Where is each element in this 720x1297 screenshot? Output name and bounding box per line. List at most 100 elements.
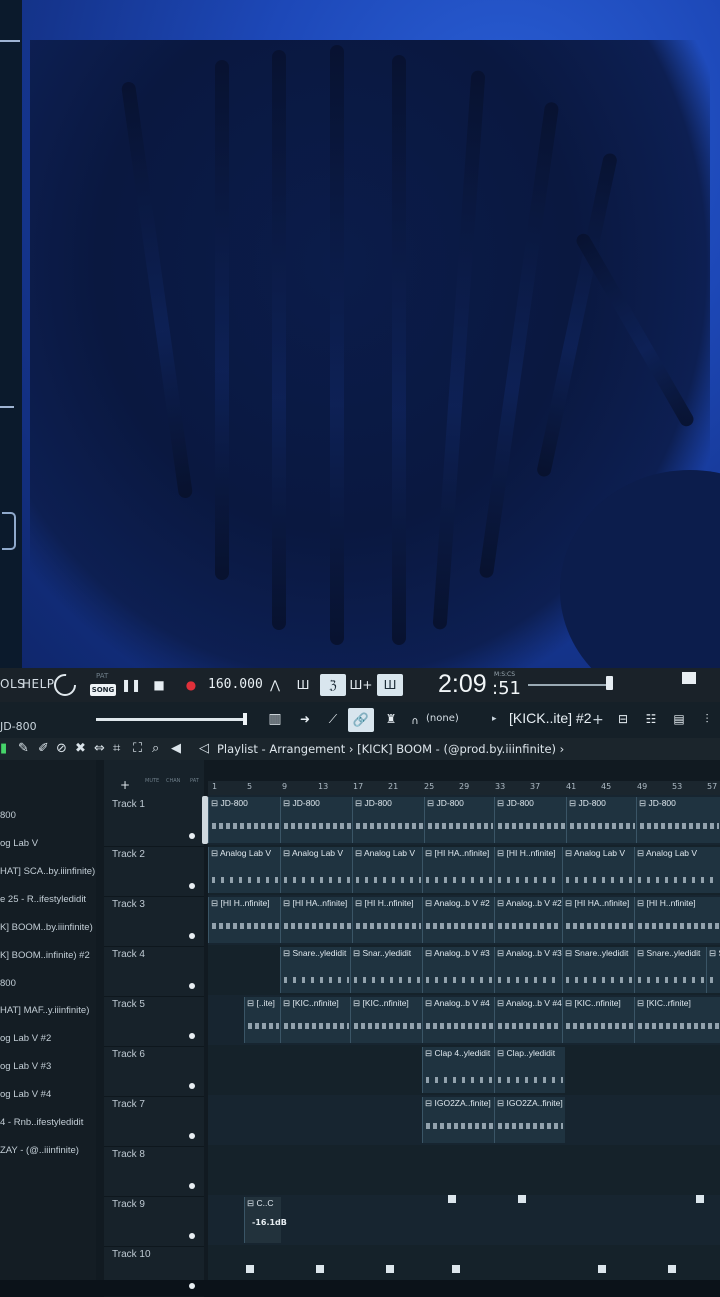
metronome-icon[interactable]: ⋀ [262,674,288,696]
pencil-icon[interactable]: ✎ [18,741,29,756]
pattern-clip[interactable]: ⊟ [KIC..rfinite] [634,997,720,1043]
wait-icon[interactable]: Ш [290,674,316,696]
song-mode-button[interactable]: SONG [90,684,116,696]
arrow-right-icon[interactable]: ➜ [292,708,318,730]
pattern-clip[interactable]: ⊟ JD-800 [494,797,567,843]
track-enable-led[interactable] [189,1133,195,1139]
automation-point[interactable] [518,1195,526,1203]
pattern-clip[interactable]: ⊟ Clap 4..yledidit [422,1047,495,1093]
delete-icon[interactable]: ⊘ [56,741,67,756]
countdown-icon[interactable]: ℨ [320,674,346,696]
stop-icon[interactable]: ■ [146,674,172,696]
channel-rack-icon[interactable]: ☷ [638,708,664,730]
track-label[interactable]: Track 9 [112,1199,145,1210]
pattern-clip[interactable]: ⊟ [..ite] [244,997,281,1043]
track-label[interactable]: Track 7 [112,1099,145,1110]
song-position-slider[interactable] [528,684,610,686]
pattern-selector[interactable]: [KICK..ite] #2 [509,710,591,726]
brush-icon[interactable]: ⟋ [320,708,346,730]
track-label[interactable]: Track 8 [112,1149,145,1160]
tempo-display[interactable]: 160.000 [208,677,263,692]
pattern-clip[interactable]: ⊟ S [706,947,720,993]
pattern-clip[interactable]: ⊟ Snare..yledidit [562,947,635,993]
pattern-clip[interactable]: ⊟ [HI H..nfinite] [494,847,563,893]
mute-tool-icon[interactable]: ✖ [75,741,86,756]
automation-point[interactable] [696,1195,704,1203]
track-enable-led[interactable] [189,983,195,989]
snap-selector[interactable]: (none) [426,713,459,724]
pattern-clip[interactable]: ⊟ Analog..b V #4 [422,997,495,1043]
track-label[interactable]: Track 2 [112,849,145,860]
browser-item[interactable]: og Lab V #4 [0,1089,51,1100]
track-enable-led[interactable] [189,1083,195,1089]
playlist-menu-icon[interactable]: ◁ [199,741,209,756]
automation-point[interactable] [386,1265,394,1273]
browser-item[interactable]: og Lab V #2 [0,1033,51,1044]
pattern-clip[interactable]: ⊟ JD-800 [566,797,637,843]
track-enable-led[interactable] [189,833,195,839]
browser-item[interactable]: ZAY - (@..iiinfinite) [0,1145,79,1156]
zoom-icon[interactable]: ⌕ [152,741,159,756]
pattern-clip[interactable]: ⊟ JD-800 [636,797,720,843]
pattern-clip[interactable]: ⊟ JD-800 [208,797,281,843]
browser-item[interactable]: K] BOOM..by.iiinfinite) [0,922,93,933]
pattern-clip[interactable]: ⊟ JD-800 [280,797,353,843]
pattern-clip[interactable]: ⊟ Analog Lab V [280,847,353,893]
slip-icon[interactable]: ⇔ [94,741,105,756]
automation-point[interactable] [452,1265,460,1273]
triangle-icon[interactable]: ▸ [492,714,497,724]
pattern-clip[interactable]: ⊟ [KIC..nfinite] [562,997,635,1043]
pattern-clip[interactable]: ⊟ Snar..yledidit [350,947,423,993]
master-volume-slider[interactable] [96,718,244,721]
paint-icon[interactable]: ✐ [38,741,49,756]
pattern-clip[interactable]: ⊟ IGO2ZA..finite] [494,1097,565,1143]
spinner-icon[interactable] [52,672,78,698]
automation-point[interactable] [316,1265,324,1273]
pattern-clip[interactable]: ⊟ JD-800 [352,797,425,843]
track-label[interactable]: Track 10 [112,1249,151,1260]
blend-icon[interactable]: Ш [377,674,403,696]
pattern-clip[interactable]: ⊟ [HI HA..nfinite] [562,897,635,943]
pattern-clip[interactable]: ⊟ [HI H..nfinite] [352,897,423,943]
pattern-clip[interactable]: ⊟ Analog Lab V [352,847,423,893]
pattern-clip[interactable]: ⊟ Snare..yledidit [634,947,707,993]
pattern-clip[interactable]: ⊟ Analog Lab V [562,847,635,893]
track-label[interactable]: Track 5 [112,999,145,1010]
browser-item[interactable]: HAT] MAF..y.iiinfinite) [0,1005,89,1016]
pattern-clip[interactable]: ⊟ [HI HA..nfinite] [280,897,353,943]
track-enable-led[interactable] [189,1033,195,1039]
select-icon[interactable]: ⛶ [133,741,142,756]
browser-item[interactable]: HAT] SCA..by.iiinfinite) [0,866,95,877]
track-enable-led[interactable] [189,883,195,889]
track-label[interactable]: Track 4 [112,949,145,960]
piano-icon[interactable]: ▥ [262,708,288,730]
browser-item[interactable]: og Lab V #3 [0,1061,51,1072]
browser-item[interactable]: 800 [0,810,16,821]
track-label[interactable]: Track 3 [112,899,145,910]
automation-point[interactable] [448,1195,456,1203]
browser-item[interactable]: K] BOOM..infinite) #2 [0,950,90,961]
stamp-icon[interactable]: ♜ [378,708,404,730]
pattern-clip[interactable]: ⊟ Analog..b V #3 [494,947,563,993]
track-enable-led[interactable] [189,1233,195,1239]
pattern-clip[interactable]: ⊟ [KIC..nfinite] [280,997,351,1043]
pattern-clip[interactable]: ⊟ IGO2ZA..finite] [422,1097,495,1143]
track-enable-led[interactable] [189,933,195,939]
speaker-icon[interactable]: ◀ [171,741,181,756]
track-label[interactable]: Track 1 [112,799,145,810]
pattern-clip[interactable]: ⊟ JD-800 [424,797,495,843]
playlist-icon[interactable]: ⊟ [610,708,636,730]
pattern-clip[interactable]: ⊟ Snare..yledidit [280,947,351,993]
track-enable-led[interactable] [189,1283,195,1289]
pattern-clip[interactable]: ⊟ [KIC..nfinite] [350,997,423,1043]
slice-icon[interactable]: ⌗ [113,741,120,756]
pat-mode-label[interactable]: PAT [96,672,108,680]
pattern-clip[interactable]: ⊟ [HI H..nfinite] [634,897,720,943]
plugin-icon[interactable]: ⫶ [694,708,720,730]
automation-point[interactable] [246,1265,254,1273]
playlist-grid[interactable]: ⊟ JD-800 ⊟ JD-800 ⊟ JD-800 ⊟ JD-800 ⊟ JD-800… [208,795,720,1280]
pattern-clip[interactable]: ⊟ Analog Lab V [208,847,281,893]
pattern-clip[interactable]: ⊟ Analog..b V #2 [422,897,495,943]
monitor-icon[interactable] [682,672,696,684]
add-track-icon[interactable]: + [120,778,130,792]
